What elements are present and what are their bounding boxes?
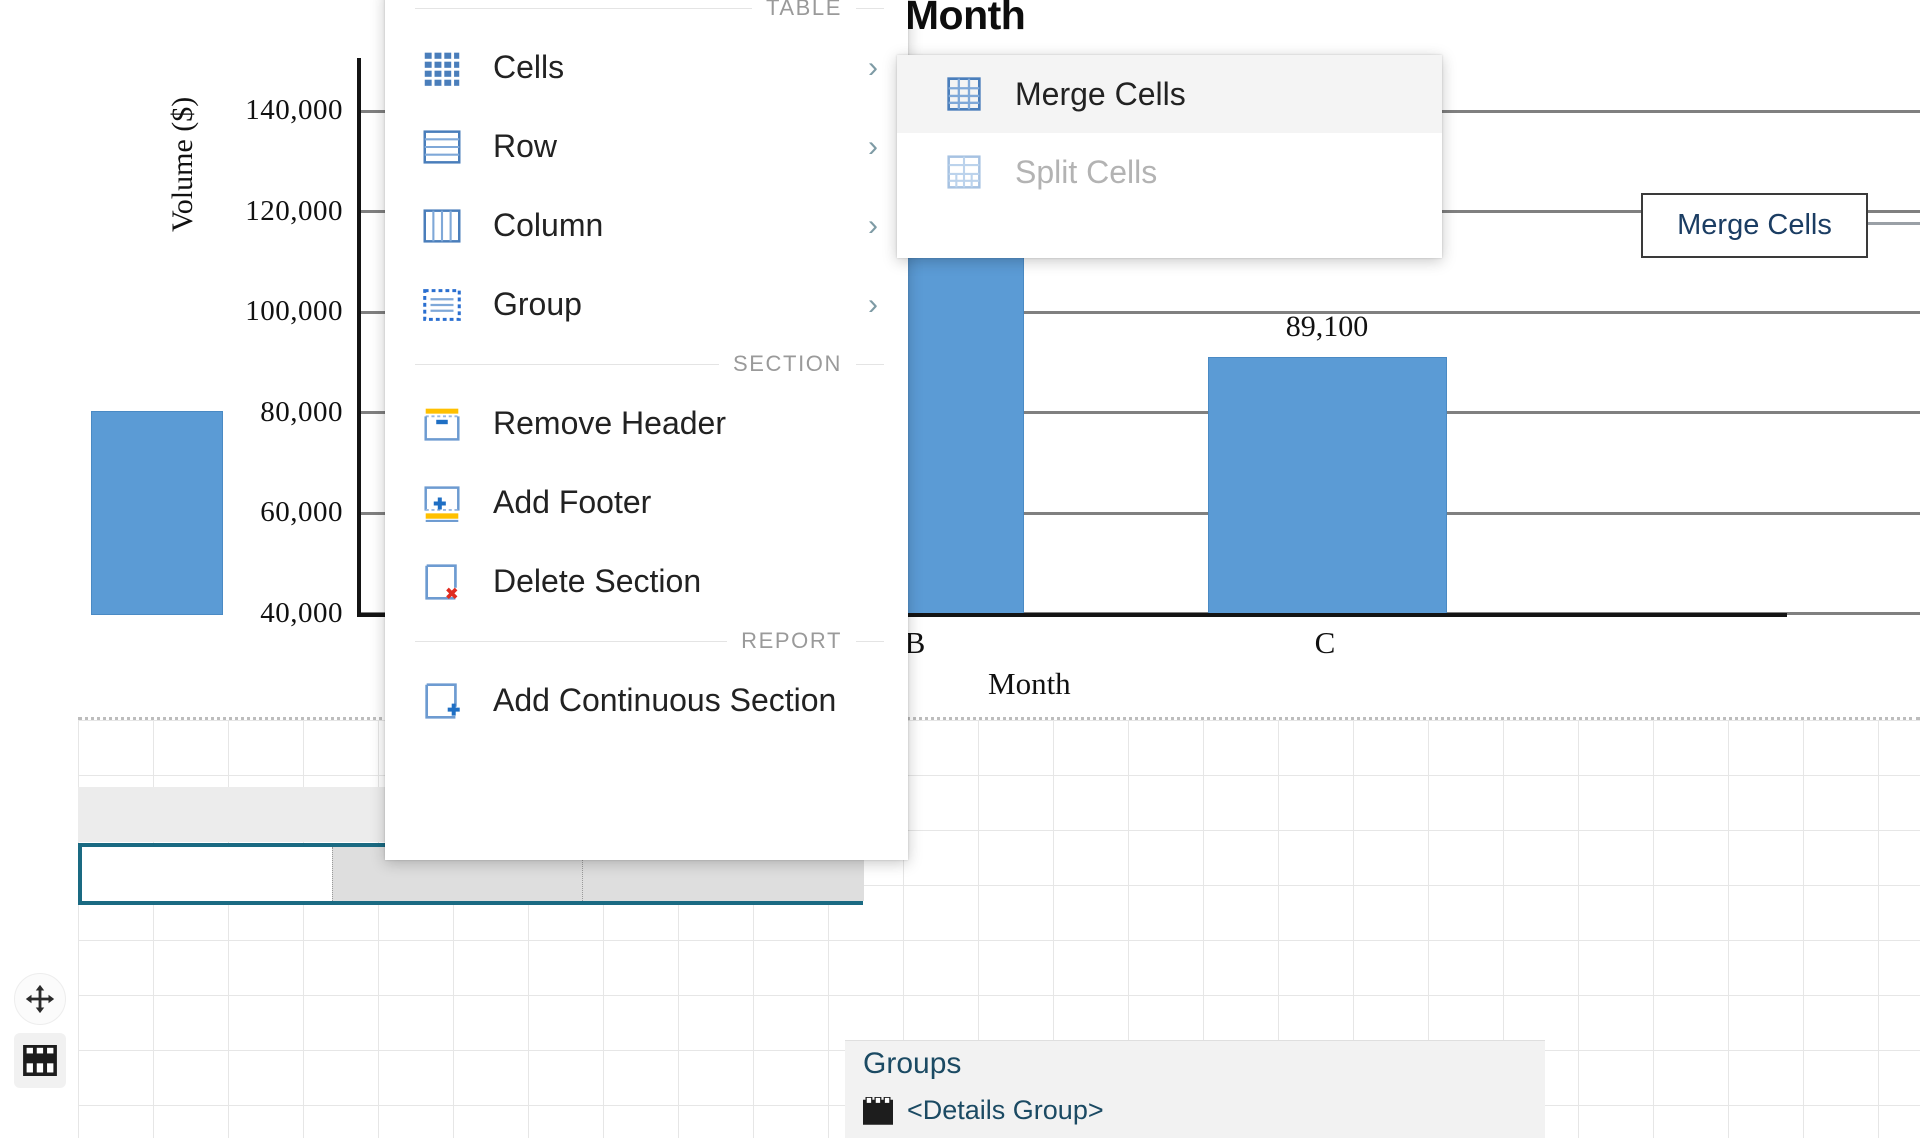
divider-line xyxy=(415,7,752,9)
submenu-item-label: Split Cells xyxy=(1015,153,1158,190)
table-handle[interactable] xyxy=(14,1033,66,1088)
delete-section-icon xyxy=(419,559,465,605)
tooltip-connector xyxy=(1864,222,1920,225)
menu-item-group[interactable]: Group › xyxy=(385,265,908,344)
menu-item-delete-section[interactable]: Delete Section xyxy=(385,542,908,621)
x-tick-label-C: C xyxy=(1314,625,1336,660)
y-tick-label: 40,000 xyxy=(260,597,343,629)
menu-item-label: Add Continuous Section xyxy=(493,682,837,718)
tooltip-text: Merge Cells xyxy=(1677,209,1832,241)
y-axis-title: Volume ($) xyxy=(166,96,199,232)
divider-line xyxy=(415,363,719,365)
group-item-label: <Details Group> xyxy=(907,1095,1104,1125)
menu-group-label: REPORT xyxy=(741,628,842,653)
tooltip: Merge Cells xyxy=(1641,193,1868,258)
move-arrows-icon xyxy=(25,984,55,1014)
submenu-item-split-cells[interactable]: Split Cells xyxy=(897,133,1442,211)
chevron-right-icon: › xyxy=(868,287,878,321)
menu-item-add-footer[interactable]: Add Footer xyxy=(385,463,908,542)
groups-panel-title: Groups xyxy=(863,1047,962,1080)
submenu-item-merge-cells[interactable]: Merge Cells xyxy=(897,55,1442,133)
chevron-right-icon: › xyxy=(868,208,878,242)
menu-item-add-continuous-section[interactable]: Add Continuous Section xyxy=(385,661,908,740)
menu-group-header-report: REPORT xyxy=(385,621,908,661)
list-item[interactable]: <Details Group> xyxy=(863,1095,1104,1126)
menu-group-label: TABLE xyxy=(765,0,842,20)
cells-submenu[interactable]: Merge Cells Split Cells xyxy=(897,55,1442,258)
divider-line xyxy=(856,363,884,365)
submenu-item-label: Merge Cells xyxy=(1015,75,1186,112)
table-cell[interactable] xyxy=(82,847,332,901)
move-handle[interactable] xyxy=(14,973,66,1025)
y-tick-label: 60,000 xyxy=(260,496,343,528)
app-root: olume by Month 140,000 120,000 100,000 8… xyxy=(0,0,1920,1138)
add-continuous-section-icon xyxy=(419,678,465,724)
details-group-icon xyxy=(863,1096,893,1125)
menu-group-header-section: SECTION xyxy=(385,344,908,384)
menu-item-label: Row xyxy=(493,128,558,164)
context-menu[interactable]: TABLE Cells › Row › Column › Group › SEC… xyxy=(385,0,908,860)
menu-item-cells[interactable]: Cells › xyxy=(385,28,908,107)
groups-panel[interactable]: Groups <Details Group> xyxy=(845,1040,1545,1138)
remove-header-icon xyxy=(419,401,465,447)
menu-item-label: Cells xyxy=(493,49,565,85)
bar-B[interactable] xyxy=(905,250,1024,615)
menu-item-label: Column xyxy=(493,207,604,243)
menu-item-label: Group xyxy=(493,286,582,322)
table-group-icon xyxy=(419,282,465,328)
add-footer-icon xyxy=(419,480,465,526)
menu-item-column[interactable]: Column › xyxy=(385,186,908,265)
divider-line xyxy=(856,7,884,9)
divider-line xyxy=(856,640,884,642)
chevron-right-icon: › xyxy=(868,50,878,84)
chevron-right-icon: › xyxy=(868,129,878,163)
divider-line xyxy=(415,640,728,642)
merge-cells-icon xyxy=(941,71,987,117)
y-tick-label: 80,000 xyxy=(260,396,343,428)
menu-group-header-table: TABLE xyxy=(385,0,908,28)
y-axis-line xyxy=(357,58,361,617)
x-axis-title: Month xyxy=(988,666,1071,701)
split-cells-icon xyxy=(941,149,987,195)
menu-item-label: Delete Section xyxy=(493,563,702,599)
menu-item-label: Add Footer xyxy=(493,484,652,520)
menu-item-row[interactable]: Row › xyxy=(385,107,908,186)
table-selector-icon xyxy=(23,1045,57,1076)
table-row-icon xyxy=(419,124,465,170)
cells-grid-icon xyxy=(419,45,465,91)
bar-data-label-C: 89,100 xyxy=(1285,310,1369,343)
bar-C[interactable] xyxy=(1208,357,1447,615)
menu-group-label: SECTION xyxy=(733,351,842,376)
menu-item-remove-header[interactable]: Remove Header xyxy=(385,384,908,463)
menu-item-label: Remove Header xyxy=(493,405,726,441)
y-tick-label: 100,000 xyxy=(245,295,343,327)
table-column-icon xyxy=(419,203,465,249)
